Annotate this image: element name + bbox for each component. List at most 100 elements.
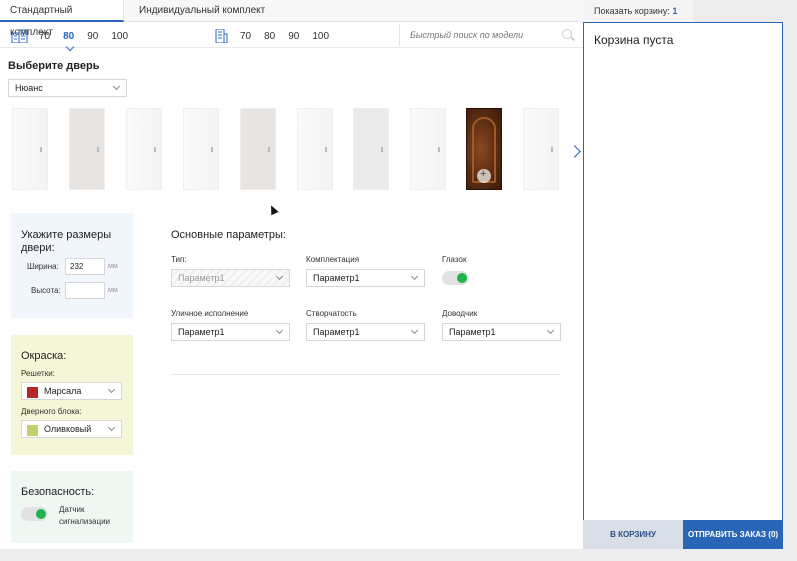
alarm-sensor-label: Датчик сигнализации	[59, 505, 111, 526]
closer-value: Параметр1	[449, 327, 496, 337]
leaf-select[interactable]: Параметр1	[306, 323, 425, 341]
tall-width-option-90[interactable]: 90	[288, 31, 299, 42]
configurator-panel: Стандартный комплект Индивидуальный комп…	[0, 0, 583, 549]
width-group-standard: 70 80 90 100	[11, 27, 141, 51]
type-value: Параметр1	[178, 273, 225, 283]
door-handle-icon	[551, 147, 553, 152]
main-params-title: Основные параметры:	[171, 229, 286, 241]
door-handle-icon	[268, 147, 270, 152]
tall-width-option-80[interactable]: 80	[264, 31, 275, 42]
paint-title: Окраска:	[21, 350, 67, 362]
door-handle-icon	[40, 147, 42, 152]
width-input[interactable]: 232	[65, 258, 105, 275]
width-option-100[interactable]: 100	[111, 31, 128, 42]
width-option-90[interactable]: 90	[87, 31, 98, 42]
grille-color-select[interactable]: Марсала	[21, 382, 122, 400]
door-thumbnail-5[interactable]	[240, 108, 276, 190]
block-color-value: Оливковый	[44, 424, 92, 434]
kit-select[interactable]: Параметр1	[306, 269, 425, 287]
alarm-sensor-toggle[interactable]	[21, 507, 48, 521]
kit-label: Комплектация	[306, 255, 360, 264]
door-thumbnail-10[interactable]	[523, 108, 559, 190]
zoom-icon[interactable]	[477, 168, 491, 183]
door-model-value: Нюанс	[15, 83, 43, 93]
door-gallery	[12, 108, 562, 190]
chevron-down-icon	[112, 82, 121, 91]
tab-standard-kit[interactable]: Стандартный комплект	[0, 0, 124, 38]
cart-count: 1	[672, 6, 678, 16]
chevron-down-icon	[107, 423, 116, 432]
door-thumbnail-8[interactable]	[410, 108, 446, 190]
model-search-input[interactable]	[410, 25, 560, 45]
show-cart-label: Показать корзину:	[594, 6, 670, 16]
door-thumbnail-2[interactable]	[69, 108, 105, 190]
grille-color-swatch	[27, 387, 38, 398]
door-handle-icon	[211, 147, 213, 152]
chevron-down-icon	[410, 326, 419, 335]
door-thumbnail-6[interactable]	[297, 108, 333, 190]
model-search	[399, 24, 580, 46]
chevron-down-icon	[275, 326, 284, 335]
width-option-80[interactable]: 80	[63, 30, 75, 51]
gallery-next-arrow-icon[interactable]	[568, 145, 581, 158]
street-label: Уличное исполнение	[171, 309, 249, 318]
door-handle-icon	[325, 147, 327, 152]
chevron-down-icon	[546, 326, 555, 335]
door-thumbnail-7[interactable]	[353, 108, 389, 190]
block-label: Дверного блока:	[21, 407, 82, 416]
leaf-label: Створчатость	[306, 309, 357, 318]
search-icon[interactable]	[562, 29, 572, 39]
cart-panel: Корзина пуста	[583, 22, 783, 549]
closer-select[interactable]: Параметр1	[442, 323, 561, 341]
street-select[interactable]: Параметр1	[171, 323, 290, 341]
type-label: Тип:	[171, 255, 187, 264]
peephole-toggle[interactable]	[442, 271, 469, 285]
leaf-value: Параметр1	[313, 327, 360, 337]
door-handle-icon	[154, 147, 156, 152]
height-input[interactable]	[65, 282, 105, 299]
building-icon	[11, 29, 28, 43]
cart-empty-text: Корзина пуста	[594, 33, 674, 47]
door-model-select[interactable]: Нюанс	[8, 79, 127, 97]
door-thumbnail-3[interactable]	[126, 108, 162, 190]
door-thumbnail-1[interactable]	[12, 108, 48, 190]
door-handle-icon	[438, 147, 440, 152]
choose-door-title: Выберите дверь	[8, 60, 100, 72]
toggle-knob	[36, 509, 46, 519]
door-handle-icon	[381, 147, 383, 152]
tab-individual-kit[interactable]: Индивидуальный комплект	[129, 0, 275, 22]
width-option-80-label: 80	[63, 30, 75, 42]
door-thumbnail-4[interactable]	[183, 108, 219, 190]
width-filter-bar: 70 80 90 100 70 80 90 100	[0, 22, 583, 51]
width-label: Ширина:	[27, 262, 59, 271]
show-cart-tab[interactable]: Показать корзину: 1	[583, 0, 693, 22]
type-select[interactable]: Параметр1	[171, 269, 290, 287]
grille-color-value: Марсала	[44, 386, 82, 396]
street-value: Параметр1	[178, 327, 225, 337]
divider	[171, 374, 561, 375]
security-title: Безопасность:	[21, 486, 95, 498]
door-sizes-panel: Укажите размеры двери: Ширина: 232 мм Вы…	[11, 213, 133, 318]
building-tall-icon	[215, 29, 228, 43]
mouse-cursor-icon	[267, 203, 279, 216]
block-color-swatch	[27, 425, 38, 436]
height-label: Высота:	[31, 286, 61, 295]
app: Стандартный комплект Индивидуальный комп…	[0, 0, 797, 561]
door-handle-icon	[97, 147, 99, 152]
peephole-label: Глазок	[442, 255, 467, 264]
selected-caret-icon	[65, 42, 75, 51]
chevron-down-icon	[410, 272, 419, 281]
security-panel: Безопасность: Датчик сигнализации	[11, 471, 133, 543]
width-option-70[interactable]: 70	[39, 31, 50, 42]
width-group-tall: 70 80 90 100	[212, 27, 342, 45]
add-to-cart-button[interactable]: В КОРЗИНУ	[583, 520, 683, 549]
kit-value: Параметр1	[313, 273, 360, 283]
tall-width-option-70[interactable]: 70	[240, 31, 251, 42]
chevron-down-icon	[275, 272, 284, 281]
block-color-select[interactable]: Оливковый	[21, 420, 122, 438]
send-order-button[interactable]: ОТПРАВИТЬ ЗАКАЗ (0)	[683, 520, 783, 549]
sizes-title: Укажите размеры двери:	[21, 229, 112, 254]
paint-panel: Окраска: Решетки: Марсала Дверного блока…	[11, 335, 133, 455]
door-thumbnail-9-selected[interactable]	[466, 108, 502, 190]
tall-width-option-100[interactable]: 100	[312, 31, 329, 42]
